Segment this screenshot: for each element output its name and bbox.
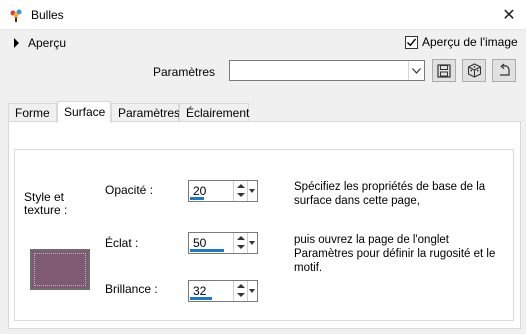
surface-panel: Style et texture : Opacité : 20 Éclat : … [8, 121, 521, 329]
checkbox-box[interactable] [405, 35, 418, 49]
opacity-value[interactable]: 20 [193, 184, 206, 198]
shininess-spin-arrows[interactable] [233, 281, 247, 301]
style-texture-swatch[interactable] [30, 249, 90, 290]
tab-label: Surface [64, 105, 106, 119]
glare-value[interactable]: 50 [193, 236, 206, 250]
random-button[interactable] [462, 59, 486, 82]
glare-popout-button[interactable] [247, 233, 257, 253]
style-texture-label: Style et texture : [24, 190, 68, 217]
close-button[interactable]: ✕ [492, 0, 526, 30]
preview-expander[interactable]: Aperçu [14, 36, 66, 50]
opacity-label: Opacité : [105, 183, 154, 197]
shininess-spinbox[interactable]: 32 [188, 280, 258, 302]
tab-parametres[interactable]: Paramètres [111, 103, 181, 123]
tab-label: Paramètres [118, 106, 181, 120]
save-preset-icon [437, 63, 451, 78]
app-icon [10, 9, 22, 22]
tab-label: Éclairement [186, 106, 250, 120]
show-preview-checkbox[interactable]: Aperçu de l'image [405, 35, 518, 49]
presets-label: Paramètres [153, 65, 216, 79]
presets-dropdown[interactable] [229, 60, 425, 81]
close-icon: ✕ [502, 7, 516, 24]
shininess-value[interactable]: 32 [193, 284, 206, 298]
title-bar: Bulles ✕ [0, 0, 526, 30]
reset-button[interactable] [492, 59, 516, 82]
help-text-1: Spécifiez les propriétés de base de la s… [294, 181, 486, 207]
shininess-popout-button[interactable] [247, 281, 257, 301]
preview-expander-label: Aperçu [28, 36, 67, 50]
random-icon [467, 63, 481, 78]
window-title: Bulles [31, 8, 64, 22]
surface-group: Style et texture : Opacité : 20 Éclat : … [14, 149, 514, 321]
reset-icon [499, 63, 510, 76]
opacity-spinbox[interactable]: 20 [188, 180, 258, 202]
glare-label: Éclat : [105, 236, 139, 250]
chevron-down-icon [408, 61, 424, 80]
help-text-2: puis ouvrez la page de l'onglet Paramètr… [294, 234, 496, 274]
opacity-level-bar [190, 197, 204, 200]
expand-arrow-icon [14, 38, 19, 48]
shininess-label: Brillance : [105, 282, 158, 296]
opacity-spin-arrows[interactable] [233, 181, 247, 201]
tab-forme[interactable]: Forme [8, 103, 57, 123]
shininess-level-bar [190, 297, 212, 300]
tab-label: Forme [15, 106, 50, 120]
glare-level-bar [190, 249, 224, 252]
save-preset-button[interactable] [432, 59, 456, 82]
glare-spinbox[interactable]: 50 [188, 232, 258, 254]
tab-eclairement[interactable]: Éclairement [179, 103, 249, 123]
opacity-popout-button[interactable] [247, 181, 257, 201]
checkmark-icon [407, 38, 417, 46]
glare-spin-arrows[interactable] [233, 233, 247, 253]
tab-surface[interactable]: Surface [57, 101, 111, 123]
show-preview-label: Aperçu de l'image [422, 35, 518, 49]
